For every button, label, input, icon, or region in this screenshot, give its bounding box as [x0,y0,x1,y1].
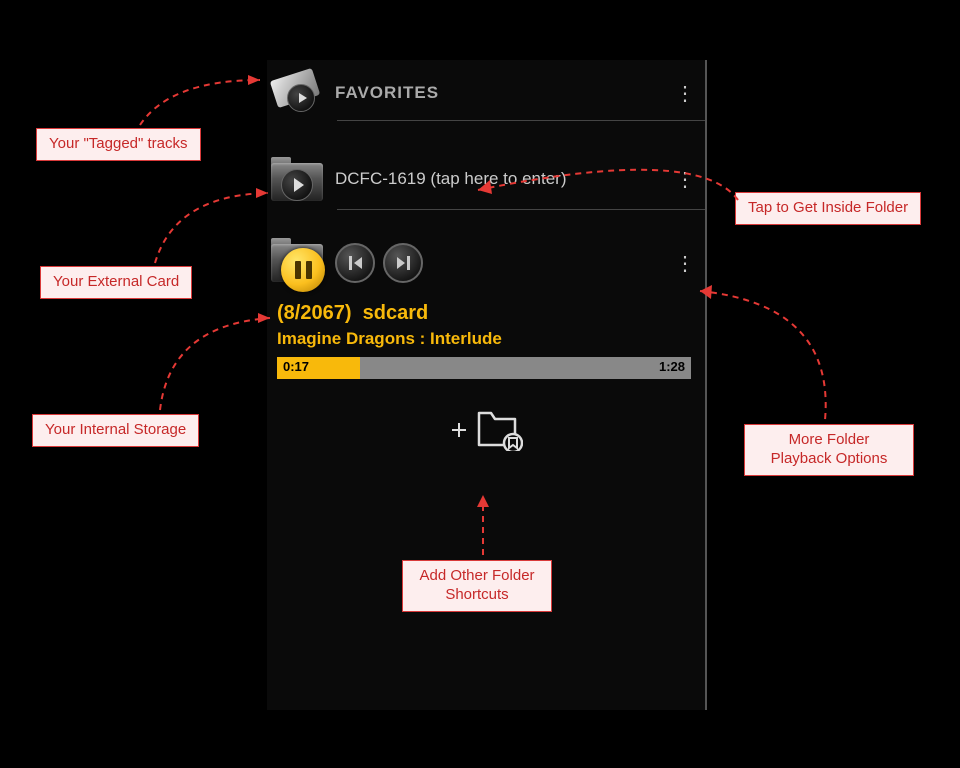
app-screen: FAVORITES ⋮ DCFC-1619 (tap here to enter… [267,60,707,710]
pause-icon [295,261,312,279]
favorites-row[interactable]: FAVORITES ⋮ [267,60,705,120]
folder-row-dcfc[interactable]: DCFC-1619 (tap here to enter) ⋮ [267,149,705,209]
annotation-inside: Tap to Get Inside Folder [735,192,921,225]
plus-icon [449,420,469,440]
favorites-menu-icon[interactable]: ⋮ [675,81,695,106]
next-track-button[interactable] [383,243,423,283]
skip-prev-icon [349,256,362,270]
arrow-tagged [135,75,275,135]
track-count: (8/2067) [277,302,352,324]
prev-track-button[interactable] [335,243,375,283]
time-total: 1:28 [659,359,685,374]
annotation-addshortcuts: Add Other Folder Shortcuts [402,560,552,612]
divider [337,120,705,121]
add-folder-shortcut-button[interactable] [267,409,705,451]
progress-bar[interactable]: 0:17 1:28 [277,357,691,379]
arrow-internal [155,310,285,420]
playing-folder-name: sdcard [363,302,429,324]
bookmark-folder-icon [475,409,523,451]
skip-next-icon [397,256,410,270]
playing-folder-icon [267,236,327,290]
folder-icon [267,155,327,203]
annotation-tagged: Your "Tagged" tracks [36,128,201,161]
favorites-folder-icon [267,72,327,114]
now-playing-row: ⋮ [267,230,705,296]
annotation-internal: Your Internal Storage [32,414,199,447]
arrow-external [150,185,280,270]
playing-menu-icon[interactable]: ⋮ [675,251,695,276]
playing-info: (8/2067) sdcard Imagine Dragons : Interl… [267,296,705,349]
track-title: Imagine Dragons : Interlude [277,329,691,349]
favorites-label: FAVORITES [335,83,675,103]
pause-button[interactable] [281,248,325,292]
divider [337,209,705,210]
time-current: 0:17 [283,359,309,374]
folder-label: DCFC-1619 (tap here to enter) [335,169,675,189]
annotation-options: More Folder Playback Options [744,424,914,476]
arrow-options [695,285,865,435]
folder-menu-icon[interactable]: ⋮ [675,167,695,192]
annotation-external: Your External Card [40,266,192,299]
